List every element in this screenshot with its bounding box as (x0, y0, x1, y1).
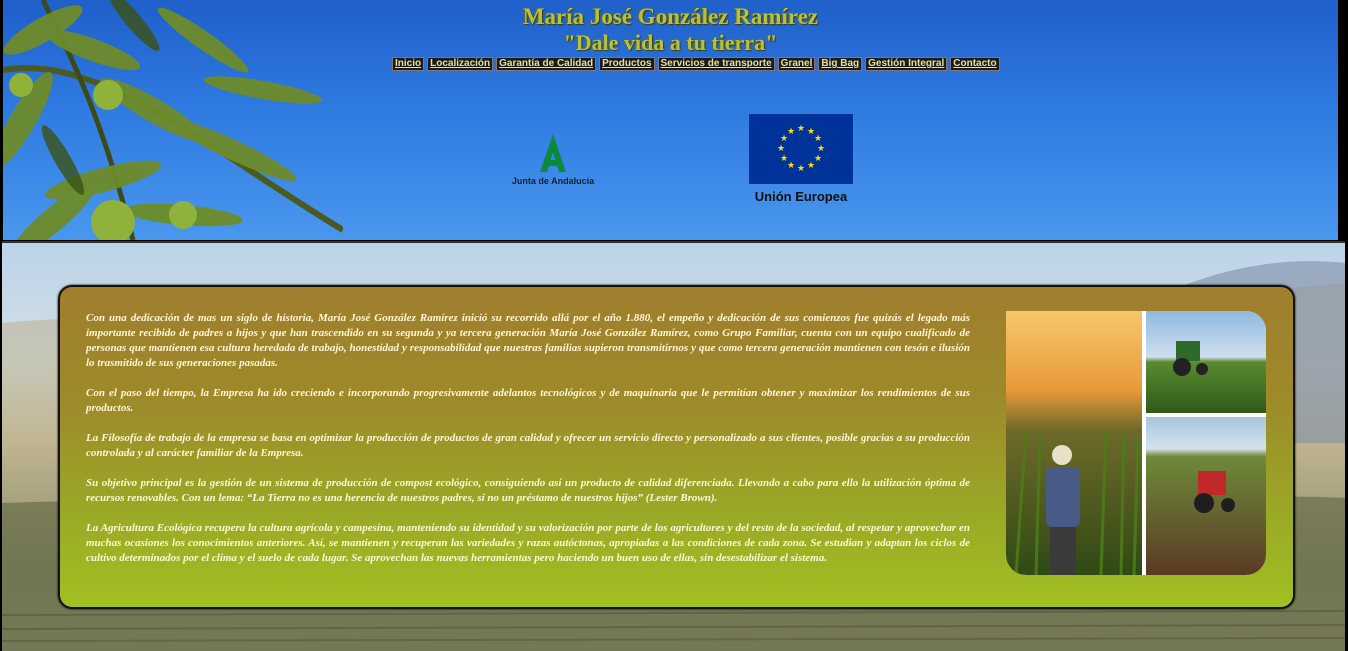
svg-text:★: ★ (797, 164, 805, 174)
main-content: Con una dedicación de mas un siglo de hi… (2, 241, 1345, 651)
svg-text:★: ★ (797, 124, 805, 134)
junta-andalucia-icon (540, 134, 566, 172)
eu-flag-icon: ★ ★ ★ ★ ★ ★ ★ ★ ★ ★ ★ ★ (749, 114, 853, 184)
nav-productos[interactable]: Productos (599, 57, 655, 71)
svg-text:★: ★ (777, 144, 785, 154)
paragraph-growth: Con el paso del tiempo, la Empresa ha id… (86, 387, 970, 414)
svg-text:★: ★ (814, 154, 822, 164)
paragraph-ecological-agriculture: La Agricultura Ecológica recupera la cul… (86, 522, 970, 564)
farming-photo-collage (1006, 311, 1266, 575)
svg-text:★: ★ (780, 154, 788, 164)
junta-andalucia-label: Junta de Andalucía (511, 176, 595, 186)
nav-inicio[interactable]: Inicio (392, 57, 425, 71)
svg-text:★: ★ (787, 127, 795, 137)
svg-text:★: ★ (807, 161, 815, 171)
paragraph-objective: Su objetivo principal es la gestión de u… (86, 477, 970, 504)
nav-garantia-calidad[interactable]: Garantía de Calidad (496, 57, 597, 71)
site-title: María José González Ramírez (522, 4, 819, 29)
paragraph-philosophy: La Filosofía de trabajo de la empresa se… (86, 432, 970, 459)
svg-text:★: ★ (817, 144, 825, 154)
svg-text:★: ★ (787, 161, 795, 171)
nav-granel[interactable]: Granel (777, 57, 816, 71)
nav-contacto[interactable]: Contacto (950, 57, 1000, 71)
paragraph-history: Con una dedicación de mas un siglo de hi… (86, 312, 970, 369)
eu-label: Unión Europea (754, 189, 848, 204)
main-nav: Inicio Localización Garantía de Calidad … (392, 57, 1000, 71)
company-description: Con una dedicación de mas un siglo de hi… (86, 311, 970, 581)
site-header: María José González Ramírez "Dale vida a… (3, 0, 1338, 240)
site-slogan: "Dale vida a tu tierra" (563, 30, 778, 55)
junta-andalucia-logo: Junta de Andalucía (508, 130, 598, 190)
svg-text:★: ★ (814, 134, 822, 144)
content-panel: Con una dedicación de mas un siglo de hi… (58, 285, 1295, 609)
nav-localizacion[interactable]: Localización (427, 57, 494, 71)
nav-gestion-integral[interactable]: Gestión Integral (865, 57, 948, 71)
nav-servicios-transporte[interactable]: Servicios de transporte (657, 57, 775, 71)
nav-big-bag[interactable]: Big Bag (818, 57, 863, 71)
